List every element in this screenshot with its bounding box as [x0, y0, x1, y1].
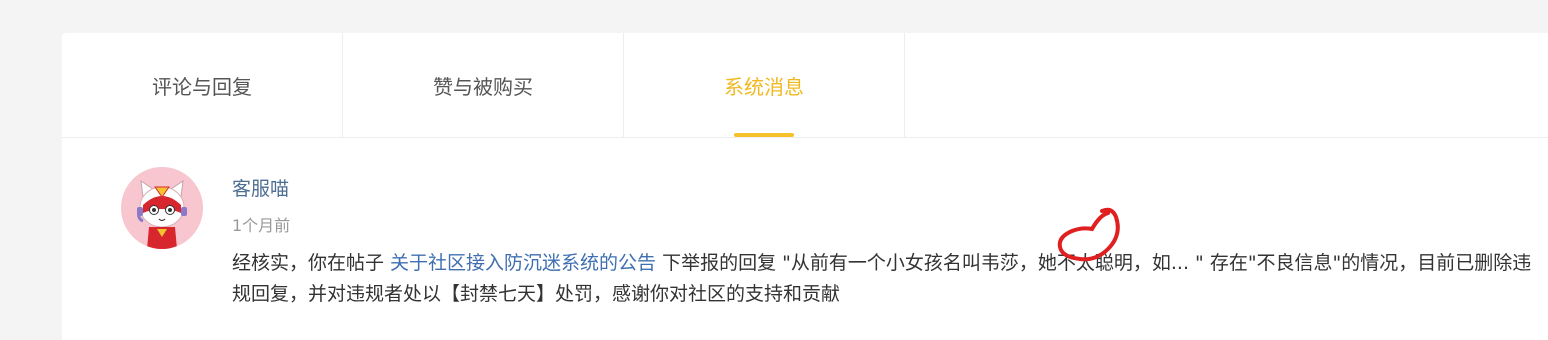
cat-mascot-icon: [121, 167, 203, 249]
tab-comments-replies[interactable]: 评论与回复: [62, 33, 343, 137]
avatar[interactable]: [121, 167, 203, 249]
tab-label: 赞与被购买: [433, 74, 533, 99]
tab-label: 评论与回复: [152, 74, 252, 99]
tab-system-messages[interactable]: 系统消息: [624, 33, 905, 137]
message-body: 经核实，你在帖子 关于社区接入防沉迷系统的公告 下举报的回复 "从前有一个小女孩…: [232, 248, 1532, 310]
post-link[interactable]: 关于社区接入防沉迷系统的公告: [390, 252, 656, 274]
sender-name[interactable]: 客服喵: [232, 174, 289, 201]
tab-label: 系统消息: [724, 74, 804, 99]
message-text-start: 经核实，你在帖子: [232, 252, 391, 274]
system-message-item: 客服喵 1个月前 经核实，你在帖子 关于社区接入防沉迷系统的公告 下举报的回复 …: [62, 137, 1548, 340]
notification-panel: 评论与回复 赞与被购买 系统消息 客服喵 1个月前 经核实，你在帖子 关于社区接…: [62, 33, 1548, 340]
tab-likes-purchases[interactable]: 赞与被购买: [343, 33, 624, 137]
tab-bar: 评论与回复 赞与被购买 系统消息: [62, 33, 1548, 138]
message-time: 1个月前: [232, 216, 291, 235]
